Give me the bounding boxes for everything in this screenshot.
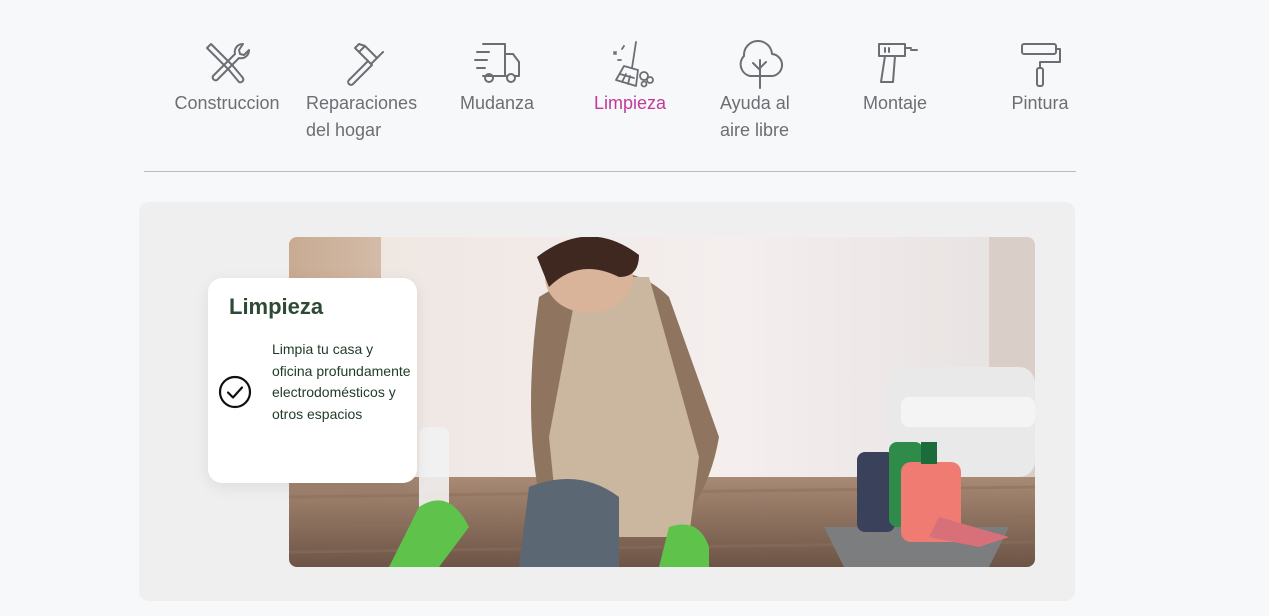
tab-label: Construccion (174, 93, 280, 113)
check-circle-icon (218, 375, 252, 409)
tab-label: Ayuda al aire libre (720, 93, 790, 140)
tab-reparaciones-del-hogar[interactable]: Reparaciones del hogar (306, 36, 424, 144)
truck-icon (469, 36, 525, 92)
feature-description: Limpia tu casa y oficina profundamente e… (272, 341, 411, 422)
drill-icon (867, 36, 923, 92)
feature-card: Limpieza Limpia tu casa y oficina profun… (208, 278, 417, 483)
tab-label: Limpieza (593, 93, 667, 113)
tab-limpieza[interactable]: Limpieza (589, 36, 671, 117)
tree-icon (732, 36, 788, 92)
feature-title: Limpieza (229, 294, 324, 319)
paint-roller-icon (1012, 36, 1068, 92)
hammer-icon (337, 36, 393, 92)
tab-label: Montaje (862, 93, 928, 113)
tabs-divider (144, 171, 1076, 172)
tab-label: Mudanza (459, 93, 535, 113)
tools-icon (199, 36, 255, 92)
tab-label: Pintura (1011, 93, 1069, 113)
tab-construccion[interactable]: Construccion (171, 36, 283, 117)
service-category-tabs: Construccion Reparaciones del hogar Muda (0, 0, 1269, 172)
tab-pintura[interactable]: Pintura (1006, 36, 1074, 117)
tab-label: Reparaciones del hogar (306, 93, 418, 140)
tab-montaje[interactable]: Montaje (857, 36, 933, 117)
broom-icon (602, 36, 658, 92)
tab-mudanza[interactable]: Mudanza (455, 36, 539, 117)
tab-ayuda-al-aire-libre[interactable]: Ayuda al aire libre (720, 36, 800, 144)
